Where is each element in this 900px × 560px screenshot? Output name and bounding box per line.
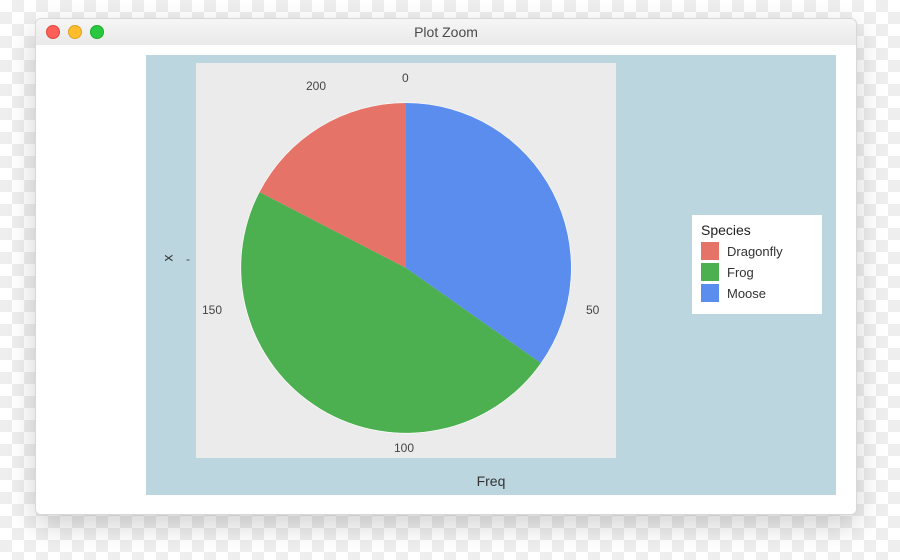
legend: Species Dragonfly Frog Moose	[692, 215, 822, 314]
legend-item-frog: Frog	[701, 263, 813, 281]
legend-label: Frog	[727, 265, 754, 280]
x-axis-label: Freq	[146, 473, 836, 489]
window-titlebar: Plot Zoom	[36, 19, 856, 46]
legend-item-moose: Moose	[701, 284, 813, 302]
y-axis-label: x	[160, 255, 176, 262]
plot-panel: 0 50 100 150 200	[196, 63, 616, 458]
swatch-icon	[701, 242, 719, 260]
plot-background: x -	[146, 55, 836, 495]
tick-100: 100	[394, 441, 414, 455]
tick-0: 0	[402, 71, 409, 85]
close-icon[interactable]	[46, 25, 60, 39]
swatch-icon	[701, 284, 719, 302]
zoom-icon[interactable]	[90, 25, 104, 39]
legend-title: Species	[701, 222, 813, 238]
swatch-icon	[701, 263, 719, 281]
legend-item-dragonfly: Dragonfly	[701, 242, 813, 260]
window-content: x -	[36, 45, 856, 514]
pie-chart	[196, 63, 616, 458]
tick-200: 200	[306, 79, 326, 93]
plot-zoom-window: Plot Zoom x -	[35, 18, 857, 515]
y-axis-tick: -	[186, 252, 190, 266]
legend-label: Moose	[727, 286, 766, 301]
window-controls	[46, 25, 104, 39]
tick-150: 150	[202, 303, 222, 317]
tick-50: 50	[586, 303, 599, 317]
legend-label: Dragonfly	[727, 244, 783, 259]
window-title: Plot Zoom	[414, 24, 478, 40]
minimize-icon[interactable]	[68, 25, 82, 39]
